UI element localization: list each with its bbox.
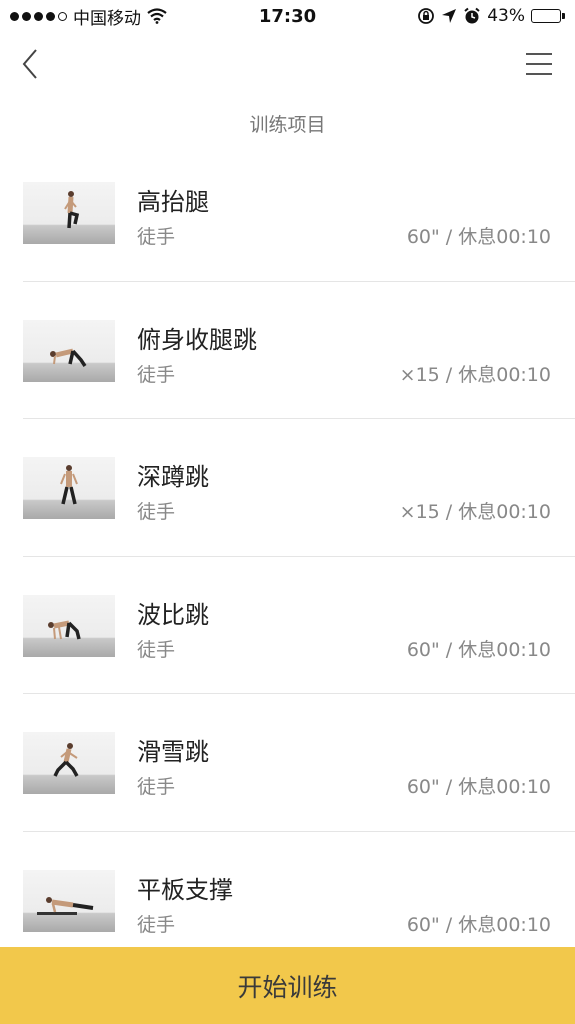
section-title: 训练项目	[249, 114, 326, 136]
wifi-icon	[147, 8, 167, 24]
exercise-detail: ×15 / 休息00:10	[399, 363, 551, 386]
exercise-item-mountain-jump[interactable]: 俯身收腿跳 徒手 ×15 / 休息00:10	[0, 282, 575, 419]
carrier-label: 中国移动	[73, 8, 141, 29]
exercise-thumbnail	[23, 869, 115, 932]
hamburger-menu-icon	[526, 53, 552, 75]
exercise-name: 俯身收腿跳	[137, 325, 257, 354]
exercise-equipment: 徒手	[137, 776, 176, 798]
exercise-detail: 60" / 休息00:10	[406, 913, 551, 936]
exercise-detail: 60" / 休息00:10	[406, 638, 551, 661]
status-bar: 中国移动 17:30 43%	[0, 0, 575, 32]
location-arrow-icon	[442, 9, 457, 23]
status-left: 中国移动	[10, 4, 167, 29]
start-training-button[interactable]: 开始训练	[0, 947, 575, 1024]
exercise-equipment: 徒手	[137, 638, 176, 661]
exercise-item-high-knees[interactable]: 高抬腿 徒手 60" / 休息00:10	[0, 144, 575, 282]
exercise-equipment: 徒手	[137, 226, 176, 248]
exercise-name: 高抬腿	[137, 188, 209, 216]
exercise-equipment: 徒手	[137, 363, 176, 386]
exercise-equipment: 徒手	[137, 913, 176, 936]
exercise-thumbnail	[23, 594, 115, 657]
exercise-item-burpee[interactable]: 波比跳 徒手 60" / 休息00:10	[0, 557, 575, 694]
exercise-list: 高抬腿 徒手 60" / 休息00:10 俯身收腿跳 徒手 ×15 / 休息00…	[0, 144, 575, 969]
exercise-item-squat-jump[interactable]: 深蹲跳 徒手 ×15 / 休息00:10	[0, 419, 575, 557]
nav-bar	[0, 32, 575, 94]
exercise-name: 深蹲跳	[137, 463, 209, 491]
exercise-name: 滑雪跳	[137, 738, 209, 766]
chevron-left-icon	[22, 49, 37, 79]
rotation-lock-icon	[418, 8, 435, 24]
exercise-name: 平板支撑	[137, 875, 233, 904]
back-button[interactable]	[14, 44, 50, 84]
signal-dots-icon	[10, 11, 67, 21]
exercise-thumbnail	[23, 182, 115, 244]
exercise-name: 波比跳	[137, 600, 209, 629]
exercise-detail: 60" / 休息00:10	[406, 776, 551, 798]
workout-screen: 中国移动 17:30 43% 训练项目 高抬腿 徒手 60" / 休息00:10…	[0, 0, 575, 1024]
exercise-equipment: 徒手	[137, 501, 176, 523]
status-right: 43%	[417, 6, 565, 26]
exercise-thumbnail	[23, 319, 115, 382]
battery-icon	[531, 9, 565, 23]
battery-percent: 43%	[487, 6, 525, 26]
exercise-thumbnail	[23, 732, 115, 794]
alarm-icon	[464, 7, 480, 24]
exercise-item-skier-jump[interactable]: 滑雪跳 徒手 60" / 休息00:10	[0, 694, 575, 832]
start-training-label: 开始训练	[237, 972, 338, 1002]
menu-button[interactable]	[521, 46, 557, 82]
exercise-detail: ×15 / 休息00:10	[399, 501, 551, 523]
exercise-detail: 60" / 休息00:10	[406, 226, 551, 248]
exercise-thumbnail	[23, 457, 115, 519]
